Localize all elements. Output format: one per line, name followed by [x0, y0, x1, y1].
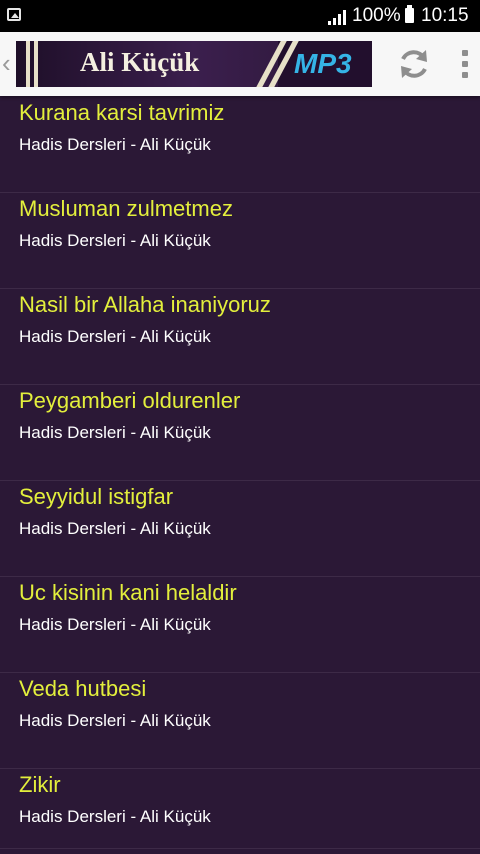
track-title: Peygamberi oldurenler: [19, 388, 241, 413]
list-item[interactable]: Veda hutbesi Hadis Dersleri - Ali Küçük: [0, 676, 480, 771]
refresh-icon[interactable]: [394, 44, 434, 84]
divider: [0, 848, 480, 849]
signal-strength-icon: [328, 10, 346, 25]
track-list: Kurana karsi tavrimiz Hadis Dersleri - A…: [0, 96, 480, 854]
status-bar: 100% 10:15: [0, 0, 480, 32]
track-subtitle: Hadis Dersleri - Ali Küçük: [19, 615, 211, 634]
track-subtitle: Hadis Dersleri - Ali Küçük: [19, 135, 211, 154]
list-item[interactable]: Seyyidul istigfar Hadis Dersleri - Ali K…: [0, 484, 480, 579]
track-subtitle: Hadis Dersleri - Ali Küçük: [19, 327, 211, 346]
battery-percent: 100%: [352, 5, 401, 26]
track-title: Musluman zulmetmez: [19, 196, 233, 221]
back-chevron-icon[interactable]: ‹: [2, 48, 11, 79]
banner-stripe: [26, 41, 30, 87]
banner-title: Ali Küçük: [80, 47, 200, 77]
track-title: Nasil bir Allaha inaniyoruz: [19, 292, 271, 317]
divider: [0, 672, 480, 673]
clock: 10:15: [421, 5, 469, 26]
divider: [0, 288, 480, 289]
list-item[interactable]: Uc kisinin kani helaldir Hadis Dersleri …: [0, 580, 480, 675]
battery-icon: [405, 5, 414, 23]
track-subtitle: Hadis Dersleri - Ali Küçük: [19, 807, 211, 826]
track-title: Zikir: [19, 772, 61, 797]
action-bar: ‹ Ali Küçük MP3: [0, 32, 480, 96]
track-title: Kurana karsi tavrimiz: [19, 100, 225, 125]
list-item[interactable]: Nasil bir Allaha inaniyoruz Hadis Dersle…: [0, 292, 480, 387]
track-title: Seyyidul istigfar: [19, 484, 174, 509]
list-item[interactable]: Peygamberi oldurenler Hadis Dersleri - A…: [0, 388, 480, 483]
divider: [0, 480, 480, 481]
divider: [0, 192, 480, 193]
track-subtitle: Hadis Dersleri - Ali Küçük: [19, 711, 211, 730]
track-title: Uc kisinin kani helaldir: [19, 580, 237, 605]
app-banner-logo[interactable]: Ali Küçük MP3: [16, 41, 372, 87]
list-item[interactable]: Kurana karsi tavrimiz Hadis Dersleri - A…: [0, 100, 480, 195]
track-title: Veda hutbesi: [19, 676, 147, 701]
track-subtitle: Hadis Dersleri - Ali Küçük: [19, 231, 211, 250]
image-notification-icon: [7, 8, 21, 21]
overflow-menu-icon[interactable]: [455, 46, 475, 82]
track-subtitle: Hadis Dersleri - Ali Küçük: [19, 423, 211, 442]
banner-stripe: [34, 41, 38, 87]
list-item[interactable]: Musluman zulmetmez Hadis Dersleri - Ali …: [0, 196, 480, 291]
divider: [0, 768, 480, 769]
divider: [0, 576, 480, 577]
track-subtitle: Hadis Dersleri - Ali Küçük: [19, 519, 211, 538]
list-item[interactable]: Zikir Hadis Dersleri - Ali Küçük: [0, 772, 480, 854]
banner-badge: MP3: [294, 48, 352, 79]
divider: [0, 384, 480, 385]
